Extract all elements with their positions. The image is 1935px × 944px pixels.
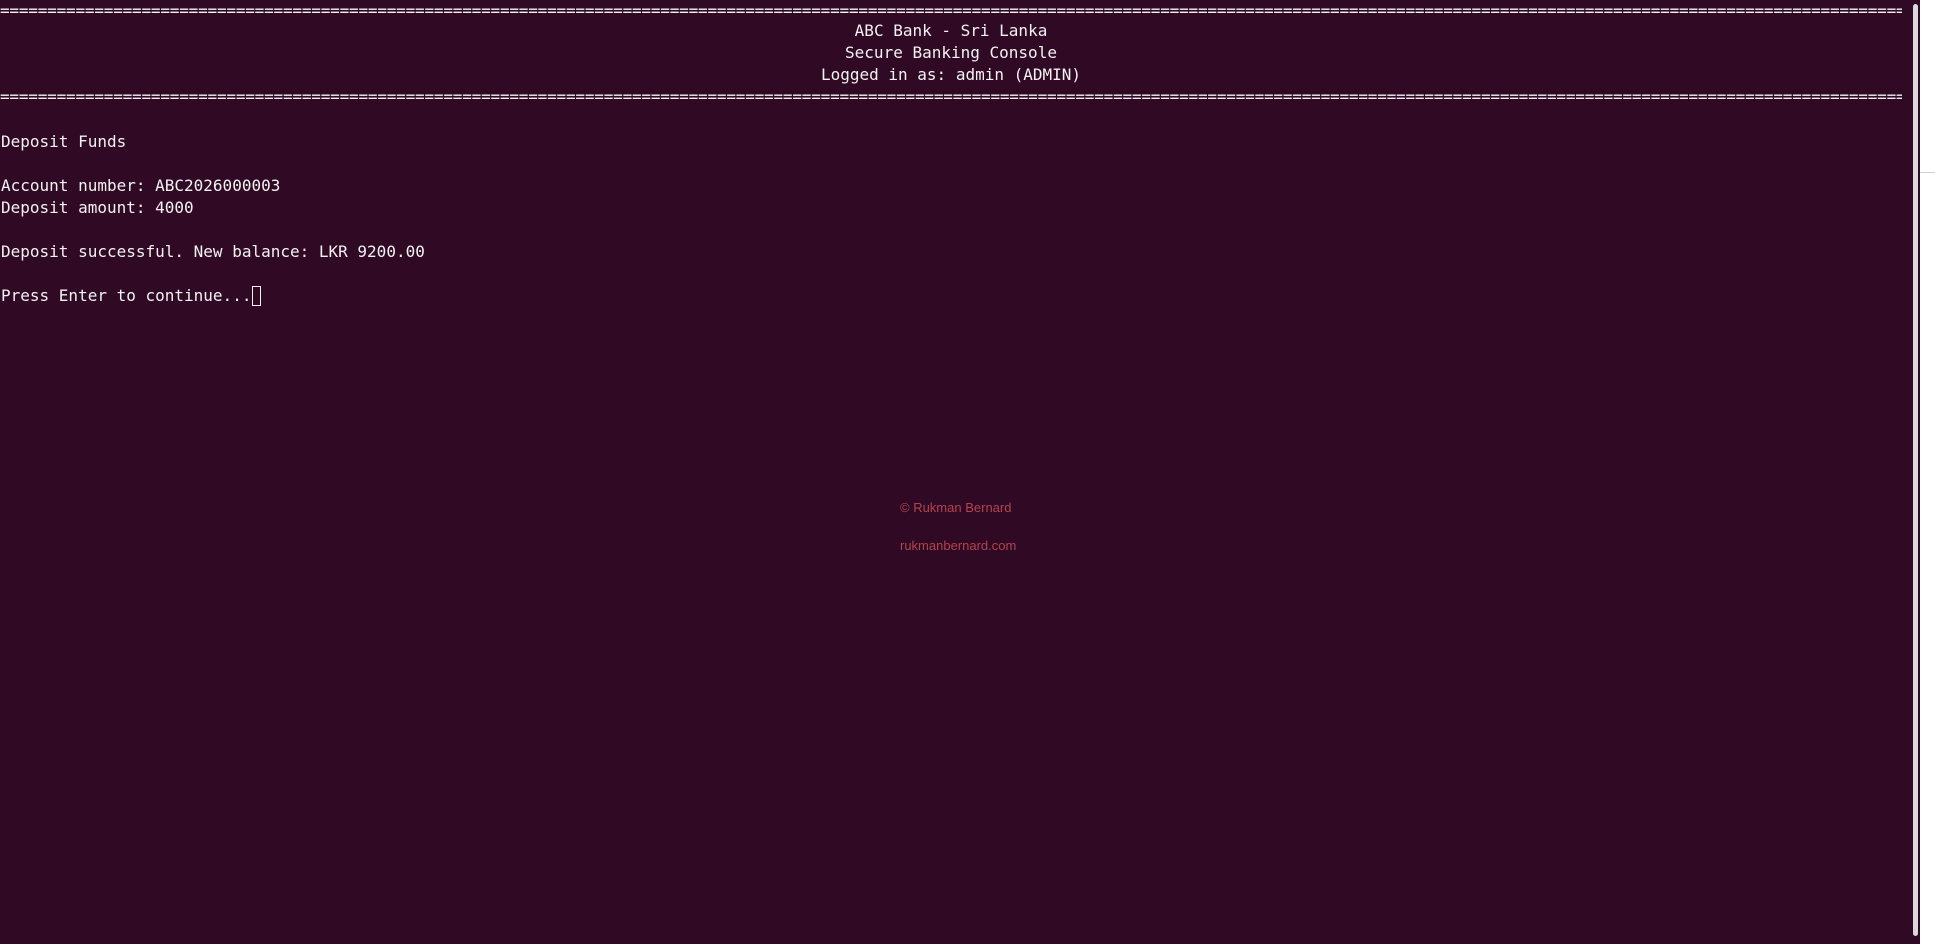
terminal-window[interactable]: ========================================… bbox=[0, 0, 1912, 944]
bank-title: ABC Bank - Sri Lanka bbox=[854, 21, 1048, 40]
login-status: Logged in as: admin (ADMIN) bbox=[820, 65, 1082, 84]
website-watermark: rukmanbernard.com bbox=[900, 538, 1017, 553]
terminal-scrollbar[interactable] bbox=[1912, 0, 1920, 944]
copyright-watermark: © Rukman Bernard bbox=[900, 500, 1012, 515]
deposit-amount-line: Deposit amount: 4000 bbox=[1, 198, 194, 217]
continue-prompt-text: Press Enter to continue... bbox=[1, 286, 252, 305]
console-subtitle: Secure Banking Console bbox=[845, 43, 1057, 62]
account-number-line: Account number: ABC2026000003 bbox=[1, 176, 281, 195]
separator-top: ========================================… bbox=[0, 1, 1902, 20]
screen-heading: Deposit Funds bbox=[1, 132, 127, 151]
text-cursor[interactable] bbox=[252, 286, 262, 306]
deposit-result-message: Deposit successful. New balance: LKR 920… bbox=[1, 242, 425, 261]
separator-bottom: ========================================… bbox=[0, 87, 1902, 106]
scrollbar-thumb[interactable] bbox=[1913, 4, 1918, 936]
adjacent-window-divider bbox=[1920, 172, 1935, 173]
adjacent-window-edge bbox=[1920, 0, 1935, 944]
continue-prompt[interactable]: Press Enter to continue... bbox=[1, 285, 262, 307]
